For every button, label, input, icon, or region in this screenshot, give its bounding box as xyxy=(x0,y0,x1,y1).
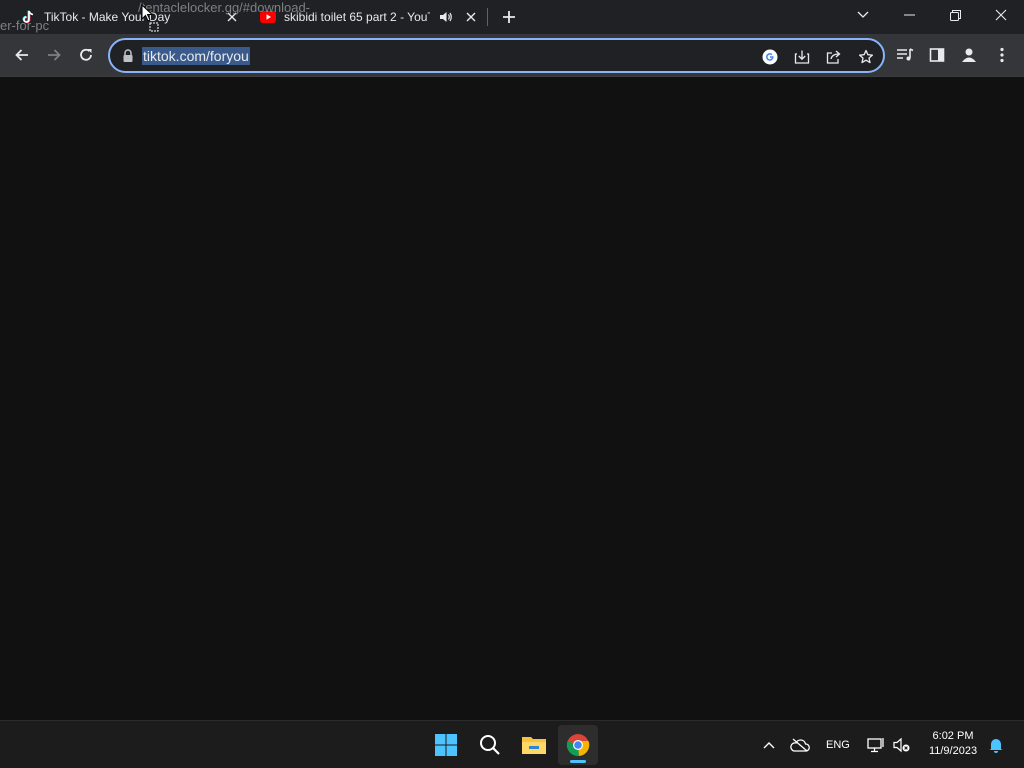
address-bar[interactable]: tiktok.com/foryou xyxy=(108,38,885,73)
clock-time: 6:02 PM xyxy=(932,730,974,742)
drag-ghost-text-1: /tentaclelocker.gg/#download- xyxy=(138,0,311,15)
side-panel-icon xyxy=(929,48,945,62)
search-icon xyxy=(480,735,500,755)
profile-button[interactable] xyxy=(957,43,981,67)
restore-icon xyxy=(949,9,961,21)
profile-icon xyxy=(962,48,976,62)
language-indicator[interactable]: ENG xyxy=(826,739,850,751)
restore-button[interactable] xyxy=(932,0,978,30)
menu-icon xyxy=(1000,47,1004,63)
chrome-taskbar-button[interactable] xyxy=(558,725,598,765)
volume-button[interactable] xyxy=(892,735,912,755)
minimize-icon xyxy=(903,14,915,16)
forward-button[interactable] xyxy=(42,43,66,67)
chevron-down-icon xyxy=(857,11,869,18)
menu-button[interactable] xyxy=(990,43,1014,67)
speaker-icon[interactable] xyxy=(438,9,454,25)
bell-icon xyxy=(989,739,1003,753)
media-control-button[interactable] xyxy=(893,43,917,67)
mouse-cursor-icon xyxy=(141,4,154,22)
start-button[interactable] xyxy=(426,725,466,765)
lock-icon[interactable] xyxy=(122,49,134,63)
system-clock[interactable]: 6:02 PM 11/9/2023 xyxy=(920,729,986,759)
web-content-area[interactable] xyxy=(0,77,1024,720)
share-icon[interactable] xyxy=(824,47,844,67)
bookmark-star-icon[interactable] xyxy=(856,47,876,67)
plus-icon xyxy=(503,11,515,23)
minimize-button[interactable] xyxy=(886,0,932,30)
taskbar: ENG 6:02 PM 11/9/2023 xyxy=(0,720,1024,768)
drag-ghost-text-2: er-for-pc xyxy=(0,18,50,33)
reload-button[interactable] xyxy=(74,43,98,67)
reload-icon xyxy=(80,48,92,61)
network-icon xyxy=(867,738,884,753)
file-explorer-button[interactable] xyxy=(514,725,554,765)
onedrive-offline-icon xyxy=(790,738,810,752)
chevron-up-icon xyxy=(763,742,775,749)
windows-start-icon xyxy=(435,734,457,756)
screen: TikTok - Make Your Day skibidi toilet 65… xyxy=(0,0,1024,768)
tab-separator xyxy=(487,8,488,26)
back-icon xyxy=(15,49,28,61)
url-text[interactable]: tiktok.com/foryou xyxy=(142,47,250,65)
forward-icon xyxy=(48,49,61,61)
taskbar-search-button[interactable] xyxy=(470,725,510,765)
google-icon[interactable] xyxy=(760,47,780,67)
active-app-indicator xyxy=(570,760,586,763)
notifications-button[interactable] xyxy=(986,735,1006,755)
media-control-icon xyxy=(897,48,914,61)
close-icon xyxy=(995,9,1007,21)
clock-date: 11/9/2023 xyxy=(928,745,978,757)
volume-muted-icon xyxy=(893,737,910,753)
install-icon[interactable] xyxy=(792,47,812,67)
side-panel-button[interactable] xyxy=(925,43,949,67)
show-hidden-icons-button[interactable] xyxy=(759,735,779,755)
new-tab-button[interactable] xyxy=(498,6,520,28)
close-icon[interactable] xyxy=(463,9,479,25)
file-explorer-icon xyxy=(522,737,546,754)
tab-search-button[interactable] xyxy=(840,0,886,30)
network-button[interactable] xyxy=(866,735,886,755)
drag-link-icon xyxy=(149,22,159,32)
back-button[interactable] xyxy=(10,43,34,67)
onedrive-button[interactable] xyxy=(790,735,810,755)
chrome-icon xyxy=(566,734,590,757)
close-window-button[interactable] xyxy=(978,0,1024,30)
